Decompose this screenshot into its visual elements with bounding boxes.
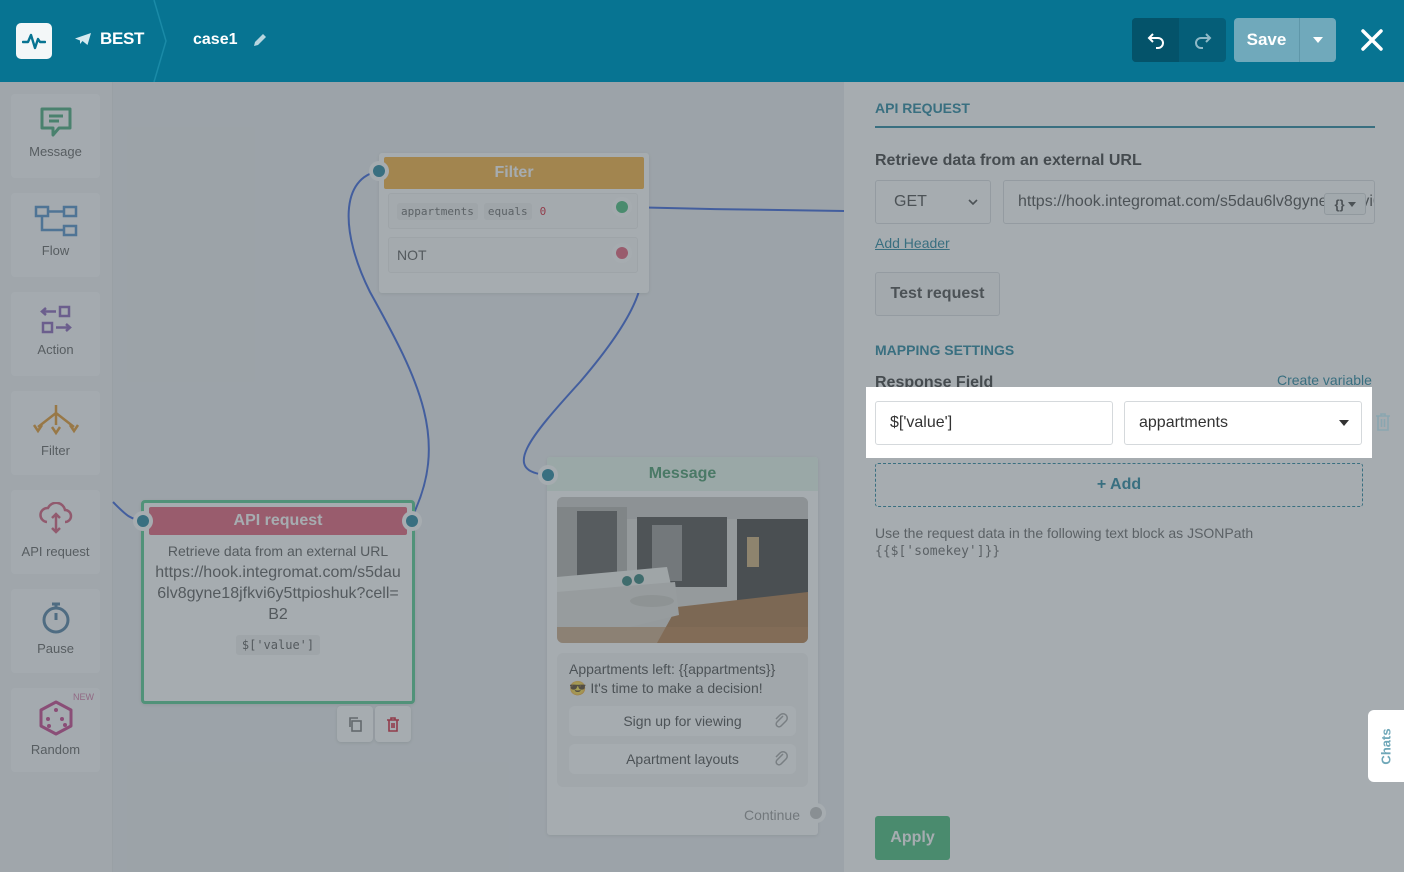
output-port[interactable] bbox=[402, 511, 422, 531]
apartment-photo bbox=[557, 497, 808, 643]
url-value: https://hook.integromat.com/s5dau6lv8gyn… bbox=[1018, 193, 1374, 210]
filter-node[interactable]: Filter appartments equals 0 NOT bbox=[369, 153, 649, 293]
flow-canvas[interactable]: Message Flow Action Filter API request P… bbox=[0, 82, 844, 872]
variable-select[interactable]: appartments bbox=[1124, 401, 1362, 445]
message-bubble[interactable]: Appartments left: {{appartments}} 😎 It's… bbox=[557, 653, 808, 787]
variable-value: appartments bbox=[1139, 414, 1228, 431]
add-header-link[interactable]: Add Header bbox=[875, 235, 950, 251]
trash-icon[interactable] bbox=[1374, 412, 1392, 432]
undo-button[interactable] bbox=[1132, 18, 1179, 62]
else-label: NOT bbox=[397, 247, 427, 263]
true-output-port[interactable] bbox=[612, 197, 632, 217]
bot-name: BEST bbox=[100, 29, 145, 48]
message-node-title: Message bbox=[547, 457, 818, 491]
condition-field: appartments bbox=[397, 202, 478, 220]
message-node[interactable]: Message Appartments left: {{appartments}… bbox=[538, 457, 826, 835]
message-button[interactable]: Apartment layouts bbox=[569, 744, 796, 774]
api-node-url: https://hook.integromat.com/s5dau6lv8gyn… bbox=[155, 564, 401, 623]
mapping-row-highlight: $['value'] appartments bbox=[866, 387, 1372, 458]
api-node-description: Retrieve data from an external URL bbox=[167, 543, 389, 559]
message-text-line1: Appartments left: {{appartments}} bbox=[569, 661, 776, 677]
pulse-icon bbox=[22, 33, 46, 50]
input-port[interactable] bbox=[369, 161, 389, 181]
input-port[interactable] bbox=[538, 465, 558, 485]
filter-node-title: Filter bbox=[384, 157, 644, 189]
copy-icon bbox=[349, 717, 362, 732]
condition-operator: equals bbox=[483, 202, 532, 220]
living-room-image bbox=[557, 497, 808, 643]
message-button-label: Sign up for viewing bbox=[623, 713, 742, 729]
api-node-path: $['value'] bbox=[235, 635, 321, 655]
redo-button[interactable] bbox=[1179, 18, 1226, 62]
condition-value: 0 bbox=[539, 204, 547, 218]
node-actions bbox=[337, 706, 411, 742]
response-path-value: $['value'] bbox=[890, 414, 953, 431]
filter-else[interactable]: NOT bbox=[388, 237, 638, 273]
telegram-icon bbox=[75, 33, 91, 45]
chevron-down-icon bbox=[1347, 201, 1356, 207]
chevron-down-icon bbox=[1339, 420, 1349, 426]
continue-output-port[interactable] bbox=[806, 803, 826, 823]
apply-button[interactable]: Apply bbox=[875, 816, 950, 860]
case-name: case1 bbox=[193, 31, 238, 48]
add-mapping-button[interactable]: + Add bbox=[875, 463, 1363, 507]
chats-label: Chats bbox=[1378, 727, 1394, 765]
history-controls bbox=[1132, 18, 1226, 62]
panel-subtitle: Retrieve data from an external URL bbox=[875, 152, 1142, 169]
method-value: GET bbox=[894, 193, 927, 210]
redo-icon bbox=[1194, 33, 1211, 49]
message-button-label: Apartment layouts bbox=[626, 751, 739, 767]
chats-tab[interactable]: Chats bbox=[1368, 710, 1404, 782]
save-button-group: Save bbox=[1234, 18, 1336, 62]
test-request-button[interactable]: Test request bbox=[875, 272, 1000, 316]
api-node-title: API request bbox=[149, 507, 407, 535]
close-icon[interactable] bbox=[1360, 28, 1384, 52]
false-output-port[interactable] bbox=[612, 243, 632, 263]
delete-button[interactable] bbox=[375, 706, 411, 742]
save-options-button[interactable] bbox=[1300, 18, 1336, 62]
chevron-down-icon bbox=[968, 199, 978, 205]
response-path-input[interactable]: $['value'] bbox=[875, 401, 1113, 445]
jsonpath-hint: Use the request data in the following te… bbox=[875, 525, 1254, 541]
settings-panel: API REQUEST Retrieve data from an extern… bbox=[844, 82, 1404, 872]
mapping-settings-title: MAPPING SETTINGS bbox=[875, 342, 1015, 358]
filter-condition[interactable]: appartments equals 0 bbox=[388, 193, 638, 229]
link-icon bbox=[775, 713, 788, 728]
api-request-node[interactable]: API request Retrieve data from an extern… bbox=[133, 500, 422, 704]
insert-variable-button[interactable]: {} bbox=[1324, 193, 1366, 215]
logo[interactable] bbox=[16, 23, 52, 59]
panel-title: API REQUEST bbox=[875, 100, 970, 116]
jsonpath-example: {{$['somekey']}} bbox=[875, 544, 1001, 559]
message-text-line2: 😎 It's time to make a decision! bbox=[569, 680, 763, 696]
method-select[interactable]: GET bbox=[875, 180, 991, 224]
link-icon bbox=[775, 751, 788, 766]
top-bar: BEST case1 Save bbox=[0, 0, 1404, 82]
url-input[interactable]: https://hook.integromat.com/s5dau6lv8gyn… bbox=[1003, 180, 1375, 224]
duplicate-button[interactable] bbox=[337, 706, 373, 742]
case-title[interactable]: case1 bbox=[193, 31, 268, 49]
undo-icon bbox=[1147, 33, 1164, 49]
message-button[interactable]: Sign up for viewing bbox=[569, 706, 796, 736]
save-button[interactable]: Save bbox=[1234, 18, 1300, 62]
edit-icon[interactable] bbox=[252, 32, 268, 48]
breadcrumb-separator bbox=[153, 0, 167, 82]
trash-icon bbox=[387, 717, 399, 732]
bot-selector[interactable]: BEST bbox=[74, 29, 144, 49]
input-port[interactable] bbox=[133, 511, 153, 531]
panel-title-underline bbox=[875, 126, 1375, 128]
continue-label: Continue bbox=[743, 807, 800, 823]
chevron-down-icon bbox=[1313, 37, 1323, 43]
braces-icon: {} bbox=[1334, 196, 1345, 212]
